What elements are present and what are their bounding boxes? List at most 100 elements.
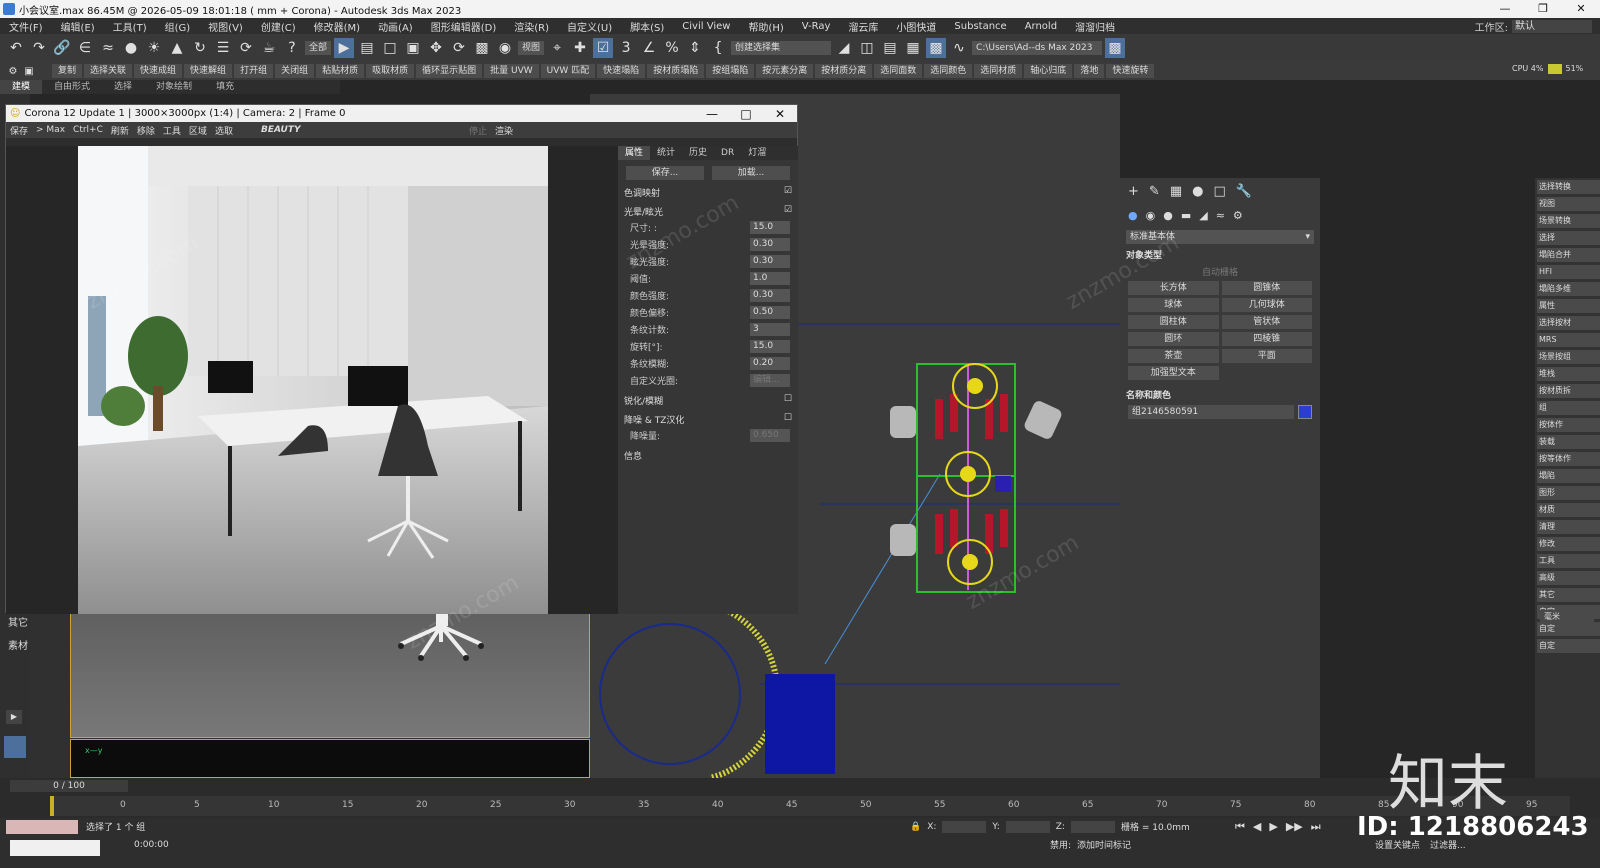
object-type-button[interactable]: 圆环	[1128, 332, 1219, 346]
viewport-layout-icon[interactable]	[4, 736, 26, 758]
first-frame-icon[interactable]: ⏮	[1235, 820, 1245, 834]
next-frame-icon[interactable]: ▶▶	[1286, 820, 1303, 834]
side-plugin-button[interactable]: HFI	[1537, 265, 1600, 279]
plugin-button[interactable]: 选同面数	[874, 64, 923, 78]
maxscript-listener[interactable]	[6, 820, 78, 834]
menu-item[interactable]: Substance	[945, 21, 1015, 32]
plugin-button[interactable]: 按元素分离	[756, 64, 814, 78]
param-field[interactable]: 15.0	[750, 340, 790, 353]
script-input[interactable]	[10, 840, 100, 856]
object-type-button[interactable]: 茶壶	[1128, 349, 1219, 363]
help-icon[interactable]: ?	[282, 38, 302, 58]
menu-item[interactable]: Civil View	[673, 21, 739, 32]
save-icon[interactable]: ▩	[1105, 38, 1126, 58]
camera-viewport[interactable]: x—y	[30, 603, 590, 778]
side-plugin-button[interactable]: 其它	[1537, 588, 1600, 602]
param-field[interactable]: 3	[750, 323, 790, 336]
undo-icon[interactable]: ↶	[6, 38, 26, 58]
object-type-button[interactable]: 长方体	[1128, 281, 1219, 295]
menu-item[interactable]: 视图(V)	[199, 19, 252, 34]
plugin-button[interactable]: 快速解组	[184, 64, 233, 78]
menu-item[interactable]: 自定义(U)	[558, 19, 621, 34]
side-plugin-button[interactable]: 场景按组	[1537, 350, 1600, 364]
plugin-button[interactable]: 循环显示贴图	[416, 64, 483, 78]
param-field[interactable]: 0.30	[750, 289, 790, 302]
motion-tab-icon[interactable]: ●	[1192, 184, 1203, 199]
vfb-maximize-icon[interactable]: □	[729, 107, 763, 121]
ribbon-icon[interactable]: ▦	[903, 38, 923, 58]
checkbox-icon[interactable]: ☐	[784, 413, 792, 426]
percent-snap-icon[interactable]: %	[662, 38, 682, 58]
mirror-icon[interactable]: ◢	[834, 38, 854, 58]
ribbon-tab[interactable]: 建模	[0, 80, 43, 94]
side-plugin-button[interactable]: 选择按材	[1537, 316, 1600, 330]
angle-snap-icon[interactable]: ∠	[639, 38, 659, 58]
menu-item[interactable]: 图形编辑器(D)	[422, 19, 506, 34]
plugin-button[interactable]: 快速成组	[134, 64, 183, 78]
hierarchy-tab-icon[interactable]: ▦	[1170, 184, 1182, 199]
plugin-button[interactable]: 批量 UVW	[484, 64, 539, 78]
object-type-button[interactable]: 几何球体	[1221, 298, 1312, 312]
y-field[interactable]	[1005, 820, 1050, 833]
custom-aperture-checkbox[interactable]: 自定义光圈:	[630, 374, 678, 387]
place-icon[interactable]: ◉	[495, 38, 515, 58]
side-plugin-button[interactable]: 装载	[1537, 435, 1600, 449]
side-plugin-button[interactable]: 材质	[1537, 503, 1600, 517]
bind-spacewarp-icon[interactable]: ≈	[98, 38, 118, 58]
geometry-icon[interactable]: ●	[1128, 209, 1138, 222]
object-type-button[interactable]: 圆柱体	[1128, 315, 1219, 329]
param-field[interactable]: 0.30	[750, 238, 790, 251]
vfb-tool-button[interactable]: 选取	[215, 124, 233, 137]
param-field[interactable]: 0.30	[750, 255, 790, 268]
plugin-button[interactable]: 按材质塌陷	[647, 64, 705, 78]
expand-icon[interactable]: ▶	[6, 710, 22, 724]
side-plugin-button[interactable]: 组	[1537, 401, 1600, 415]
plugin-button[interactable]: 落地	[1074, 64, 1105, 78]
vfb-tool-button[interactable]: 区域	[189, 124, 207, 137]
plugin-button[interactable]: 快速旋转	[1106, 64, 1155, 78]
list-icon[interactable]: ☰	[213, 38, 233, 58]
move-icon[interactable]: ✥	[426, 38, 446, 58]
side-plugin-button[interactable]: 塌陷	[1537, 469, 1600, 483]
keyboard-shortcut-icon[interactable]: ☑	[593, 38, 614, 58]
ribbon-tab[interactable]: 对象绘制	[144, 80, 204, 94]
menu-item[interactable]: Arnold	[1016, 21, 1066, 32]
vfb-tool-button[interactable]: 移除	[137, 124, 155, 137]
info-section[interactable]: 信息	[624, 449, 792, 462]
side-plugin-button[interactable]: 按等体作	[1537, 452, 1600, 466]
restore-icon[interactable]: ❐	[1524, 0, 1562, 18]
plugin-button[interactable]: 按材质分离	[815, 64, 873, 78]
object-type-header[interactable]: 对象类型	[1126, 248, 1314, 261]
scale-icon[interactable]: ▩	[472, 38, 492, 58]
ribbon-tab[interactable]: 选择	[102, 80, 144, 94]
autogrid-checkbox[interactable]: 自动栅格	[1120, 265, 1320, 278]
checkbox-checked-icon[interactable]: ☑	[784, 186, 792, 199]
bloom-section[interactable]: 光晕/眩光 ☑	[624, 205, 792, 218]
vfb-tab[interactable]: 属性	[618, 146, 651, 160]
object-type-button[interactable]: 加强型文本	[1128, 366, 1219, 380]
menu-item[interactable]: 小图快道	[887, 19, 945, 34]
ribbon-tab[interactable]: 自由形式	[42, 80, 102, 94]
vfb-tab[interactable]: 灯溜	[741, 146, 773, 160]
menu-item[interactable]: 修改器(M)	[305, 19, 369, 34]
side-plugin-button[interactable]: MRS	[1537, 333, 1600, 347]
time-marker[interactable]	[50, 796, 54, 816]
modify-tab-icon[interactable]: ✎	[1149, 184, 1160, 199]
menu-item[interactable]: 渲染(R)	[505, 19, 558, 34]
menu-item[interactable]: 脚本(S)	[621, 19, 673, 34]
vfb-close-icon[interactable]: ✕	[763, 107, 797, 121]
z-field[interactable]	[1070, 820, 1115, 833]
param-field[interactable]: 0.20	[750, 357, 790, 370]
x-field[interactable]	[942, 820, 987, 833]
rotate-tool-icon[interactable]: ⟳	[449, 38, 469, 58]
category-dropdown[interactable]: 标准基本体 ▾	[1126, 230, 1314, 244]
play-icon[interactable]: ▶	[1269, 820, 1277, 834]
object-type-button[interactable]: 管状体	[1221, 315, 1312, 329]
snap-3d-icon[interactable]: 3	[616, 38, 636, 58]
side-plugin-button[interactable]: 场景转换	[1537, 214, 1600, 228]
workspace-dropdown[interactable]: 默认	[1512, 19, 1592, 33]
object-type-button[interactable]: 平面	[1221, 349, 1312, 363]
shapes-icon[interactable]: ◉	[1146, 209, 1156, 222]
link-icon[interactable]: 🔗	[52, 38, 72, 58]
lightbulb-icon[interactable]: ●	[121, 38, 141, 58]
